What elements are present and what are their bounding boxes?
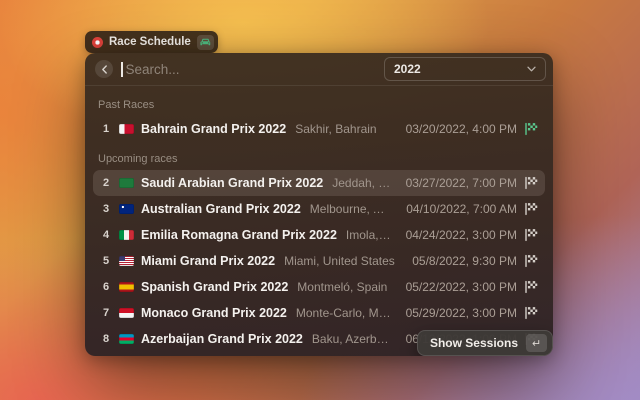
raycast-window: 2022 Past Races 1 Bahrain Grand Prix 202… [85, 53, 553, 356]
spain-flag-icon [119, 282, 134, 292]
race-row[interactable]: 1 Bahrain Grand Prix 2022 Sakhir, Bahrai… [93, 116, 545, 142]
azerbaijan-flag-icon [119, 334, 134, 344]
race-location: Baku, Azerbaijan [312, 332, 392, 346]
desktop-wallpaper: Race Schedule 2022 Past Races 1 Bahrain … [0, 0, 640, 400]
race-location: Montmeló, Spain [297, 280, 387, 294]
car-icon [197, 35, 214, 50]
race-title: Australian Grand Prix 2022 [141, 202, 301, 216]
race-schedule-tag[interactable]: Race Schedule [85, 31, 218, 53]
checkered-flag-icon [524, 254, 538, 268]
race-location: Melbourne, Australia [310, 202, 392, 216]
section-header: Past Races [98, 99, 540, 111]
race-number: 4 [100, 229, 112, 241]
text-cursor [121, 62, 123, 77]
race-datetime: 05/8/2022, 9:30 PM [412, 254, 517, 268]
monaco-flag-icon [119, 308, 134, 318]
checkered-flag-icon [524, 176, 538, 190]
race-title: Emilia Romagna Grand Prix 2022 [141, 228, 337, 242]
checkered-flag-icon [524, 280, 538, 294]
australia-flag-icon [119, 204, 134, 214]
season-dropdown-value: 2022 [394, 62, 421, 76]
race-location: Sakhir, Bahrain [295, 122, 376, 136]
race-title: Azerbaijan Grand Prix 2022 [141, 332, 303, 346]
race-datetime: 04/24/2022, 3:00 PM [406, 228, 517, 242]
race-number: 3 [100, 203, 112, 215]
race-row[interactable]: 6 Spanish Grand Prix 2022 Montmeló, Spai… [93, 274, 545, 300]
tag-label: Race Schedule [109, 36, 191, 48]
race-location: Jeddah, Saudi Arabia [332, 176, 391, 190]
race-datetime: 04/10/2022, 7:00 AM [406, 202, 517, 216]
race-location: Monte-Carlo, Monaco [296, 306, 392, 320]
race-title: Saudi Arabian Grand Prix 2022 [141, 176, 323, 190]
bahrain-flag-icon [119, 124, 134, 134]
race-location: Imola, Italy [346, 228, 392, 242]
race-title: Spanish Grand Prix 2022 [141, 280, 288, 294]
season-dropdown[interactable]: 2022 [384, 57, 546, 81]
saudi-arabia-flag-icon [119, 178, 134, 188]
checkered-flag-icon [524, 306, 538, 320]
italy-flag-icon [119, 230, 134, 240]
race-row[interactable]: 7 Monaco Grand Prix 2022 Monte-Carlo, Mo… [93, 300, 545, 326]
show-sessions-hint[interactable]: Show Sessions ↵ [417, 330, 553, 356]
extension-record-icon [92, 37, 103, 48]
chevron-left-icon [101, 65, 108, 74]
checkered-flag-icon [524, 122, 538, 136]
race-number: 1 [100, 123, 112, 135]
enter-key-icon: ↵ [526, 334, 547, 352]
race-number: 5 [100, 255, 112, 267]
chevron-down-icon [527, 66, 536, 72]
race-datetime: 03/27/2022, 7:00 PM [406, 176, 517, 190]
usa-flag-icon [119, 256, 134, 266]
race-datetime: 03/20/2022, 4:00 PM [406, 122, 517, 136]
race-location: Miami, United States [284, 254, 395, 268]
race-row[interactable]: 4 Emilia Romagna Grand Prix 2022 Imola, … [93, 222, 545, 248]
race-row[interactable]: 3 Australian Grand Prix 2022 Melbourne, … [93, 196, 545, 222]
section-header: Upcoming races [98, 153, 540, 165]
checkered-flag-icon [524, 202, 538, 216]
race-row[interactable]: 2 Saudi Arabian Grand Prix 2022 Jeddah, … [93, 170, 545, 196]
race-number: 7 [100, 307, 112, 319]
back-button[interactable] [95, 60, 113, 78]
race-datetime: 05/29/2022, 3:00 PM [406, 306, 517, 320]
race-title: Monaco Grand Prix 2022 [141, 306, 287, 320]
race-number: 6 [100, 281, 112, 293]
race-list: Past Races 1 Bahrain Grand Prix 2022 Sak… [85, 86, 553, 356]
search-bar: 2022 [85, 53, 553, 86]
race-datetime: 05/22/2022, 3:00 PM [406, 280, 517, 294]
race-number: 2 [100, 177, 112, 189]
race-title: Miami Grand Prix 2022 [141, 254, 275, 268]
search-input[interactable] [126, 62, 377, 77]
race-title: Bahrain Grand Prix 2022 [141, 122, 286, 136]
hint-label: Show Sessions [430, 336, 518, 350]
checkered-flag-icon [524, 228, 538, 242]
race-row[interactable]: 5 Miami Grand Prix 2022 Miami, United St… [93, 248, 545, 274]
race-number: 8 [100, 333, 112, 345]
